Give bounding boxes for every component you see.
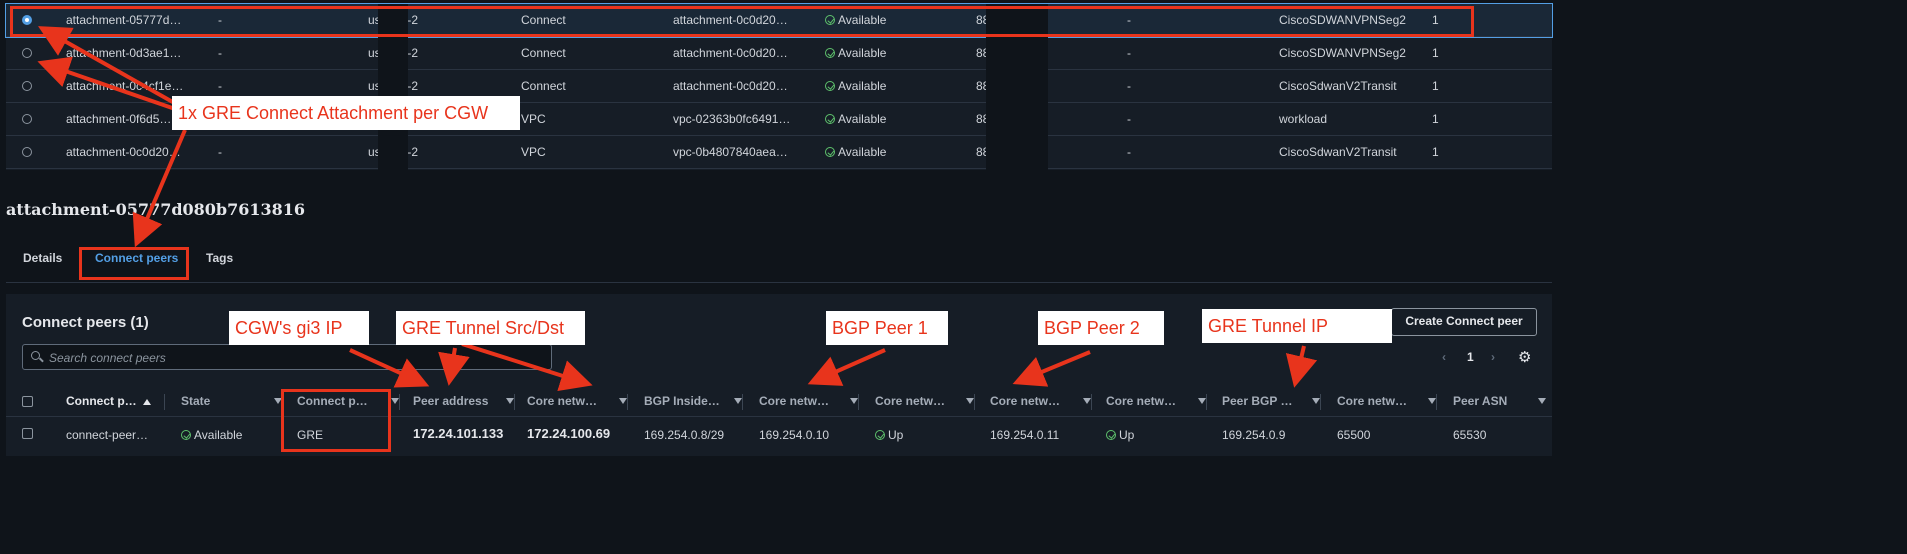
annotation-bgp-peer-2: BGP Peer 2 [1038, 311, 1164, 345]
annotation-bgp-peer-1: BGP Peer 1 [826, 311, 948, 345]
annotation-gre-src-dst: GRE Tunnel Src/Dst [396, 311, 585, 345]
annotation-per-cgw: 1x GRE Connect Attachment per CGW [172, 96, 520, 130]
annotation-arrows [37, 26, 1318, 391]
annotation-gi3-ip: CGW's gi3 IP [229, 311, 369, 345]
annotation-gre-tunnel-ip: GRE Tunnel IP [1202, 309, 1392, 343]
